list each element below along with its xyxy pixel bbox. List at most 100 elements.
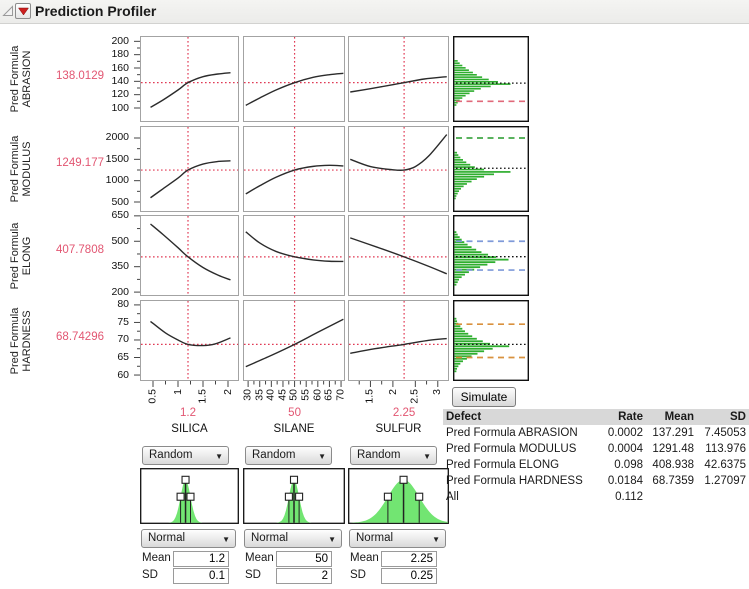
y-tick-label: 1500 <box>92 153 129 165</box>
factor-current-value-sulfur[interactable]: 2.25 <box>369 407 439 419</box>
silica-sd-input[interactable] <box>173 568 229 584</box>
profile-cell-elong-silane[interactable] <box>243 215 345 296</box>
profile-cell-modulus-silane[interactable] <box>243 126 345 212</box>
distribution-dropdown-silica[interactable]: Normal▼ <box>141 529 236 548</box>
defect-table-header-cell: Defect <box>443 409 588 425</box>
x-tick-label: 40 <box>266 389 277 401</box>
y-tick-label: 200 <box>92 286 129 298</box>
red-triangle-menu-button[interactable] <box>15 3 31 19</box>
histogram-bar <box>454 318 456 320</box>
disclosure-triangle-icon[interactable] <box>2 5 14 17</box>
x-tick-label: 1.5 <box>198 389 209 404</box>
x-tick-label: 2.5 <box>410 389 421 404</box>
chevron-down-icon: ▼ <box>328 531 336 548</box>
defect-table-cell-mean: 408.938 <box>645 457 696 473</box>
mean-label-silica: Mean <box>142 551 171 566</box>
distribution-dropdown-label: Normal <box>148 532 185 544</box>
response-label-prefix: Pred Formula <box>9 46 21 113</box>
profile-cell-elong-sulfur[interactable] <box>348 215 449 296</box>
sd-handle <box>285 493 292 500</box>
sulfur-sd-input[interactable] <box>381 568 437 584</box>
histogram-bar <box>454 246 471 248</box>
defect-table-cell-rate: 0.112 <box>588 489 645 505</box>
distribution-plot-silane[interactable] <box>243 468 345 524</box>
defect-table-cell-mean: 68.7359 <box>645 473 696 489</box>
x-tick-label: 1.5 <box>365 389 376 404</box>
response-label-prefix: Pred Formula <box>9 136 21 203</box>
histogram-bar <box>454 171 510 173</box>
x-tick-label: 35 <box>254 389 265 401</box>
silica-mean-input[interactable] <box>173 551 229 567</box>
random-dropdown-sulfur[interactable]: Random▼ <box>350 446 437 465</box>
mean-label-silane: Mean <box>245 551 274 566</box>
histogram-bar <box>454 62 459 64</box>
distribution-dropdown-label: Normal <box>356 532 393 544</box>
histogram-bar <box>454 186 463 188</box>
histogram-bar <box>454 363 460 365</box>
defect-table-cell-name: Pred Formula MODULUS <box>443 441 588 457</box>
y-tick-label: 70 <box>92 333 129 345</box>
histogram-bar <box>454 90 474 92</box>
histogram-bar <box>454 348 492 350</box>
histogram-bar <box>454 264 487 266</box>
profile-cell-modulus-silica[interactable] <box>140 126 239 212</box>
profile-cell-abrasion-silica[interactable] <box>140 36 239 122</box>
defect-table-header-cell: SD <box>696 409 748 425</box>
histogram-bar <box>454 188 461 190</box>
histogram-bar <box>454 154 458 156</box>
mean-handle <box>182 476 189 483</box>
silane-mean-input[interactable] <box>276 551 332 567</box>
random-dropdown-silica[interactable]: Random▼ <box>142 446 229 465</box>
histogram-bar <box>454 325 460 327</box>
profile-cell-modulus-sulfur[interactable] <box>348 126 449 212</box>
factor-current-value-silica[interactable]: 1.2 <box>153 407 223 419</box>
defect-table-cell-mean <box>645 489 696 505</box>
histogram-bar <box>454 178 476 180</box>
distribution-plot-silica[interactable] <box>140 468 239 524</box>
distribution-dropdown-sulfur[interactable]: Normal▼ <box>349 529 446 548</box>
histogram-bar <box>454 86 490 88</box>
simulation-histogram-elong <box>453 215 529 296</box>
histogram-bar <box>454 95 465 97</box>
silane-sd-input[interactable] <box>276 568 332 584</box>
y-tick-label: 350 <box>92 260 129 272</box>
factor-current-value-silane[interactable]: 50 <box>260 407 330 419</box>
factor-name-silane: SILANE <box>243 423 345 435</box>
sd-label-sulfur: SD <box>350 568 366 583</box>
histogram-bar <box>454 198 455 200</box>
x-tick-label: 0.5 <box>148 389 159 404</box>
histogram-bar <box>454 74 476 76</box>
histogram-bar <box>454 284 456 286</box>
simulate-button[interactable]: Simulate <box>452 387 516 407</box>
sd-handle <box>296 493 303 500</box>
factor-name-sulfur: SULFUR <box>348 423 449 435</box>
x-tick-label: 2 <box>387 389 398 395</box>
sulfur-mean-input[interactable] <box>381 551 437 567</box>
x-tick-label: 60 <box>312 389 323 401</box>
y-axis-ticks-modulus <box>131 121 140 217</box>
profile-cell-hardness-sulfur[interactable] <box>348 300 449 381</box>
defect-table-cell-name: Pred Formula HARDNESS <box>443 473 588 489</box>
distribution-plot-sulfur[interactable] <box>348 468 449 524</box>
histogram-bar <box>454 173 494 175</box>
defect-table-cell-sd: 7.45053 <box>696 425 748 441</box>
random-dropdown-silane[interactable]: Random▼ <box>245 446 332 465</box>
defect-table-cell-mean: 137.291 <box>645 425 696 441</box>
profile-cell-hardness-silane[interactable] <box>243 300 345 381</box>
histogram-bar <box>454 328 462 330</box>
profile-cell-elong-silica[interactable] <box>140 215 239 296</box>
defect-table-header-cell: Rate <box>588 409 645 425</box>
distribution-dropdown-silane[interactable]: Normal▼ <box>244 529 342 548</box>
histogram-bar <box>454 340 482 342</box>
histogram-bar <box>454 76 482 78</box>
profile-cell-hardness-silica[interactable] <box>140 300 239 381</box>
histogram-bar <box>454 236 459 238</box>
profile-cell-abrasion-sulfur[interactable] <box>348 36 449 122</box>
random-dropdown-label: Random <box>252 449 295 461</box>
histogram-bar <box>454 88 480 90</box>
y-tick-label: 60 <box>92 369 129 381</box>
response-label-prefix: Pred Formula <box>9 307 21 374</box>
histogram-bar <box>454 176 484 178</box>
defect-table-header-cell: Mean <box>645 409 696 425</box>
profile-cell-abrasion-silane[interactable] <box>243 36 345 122</box>
